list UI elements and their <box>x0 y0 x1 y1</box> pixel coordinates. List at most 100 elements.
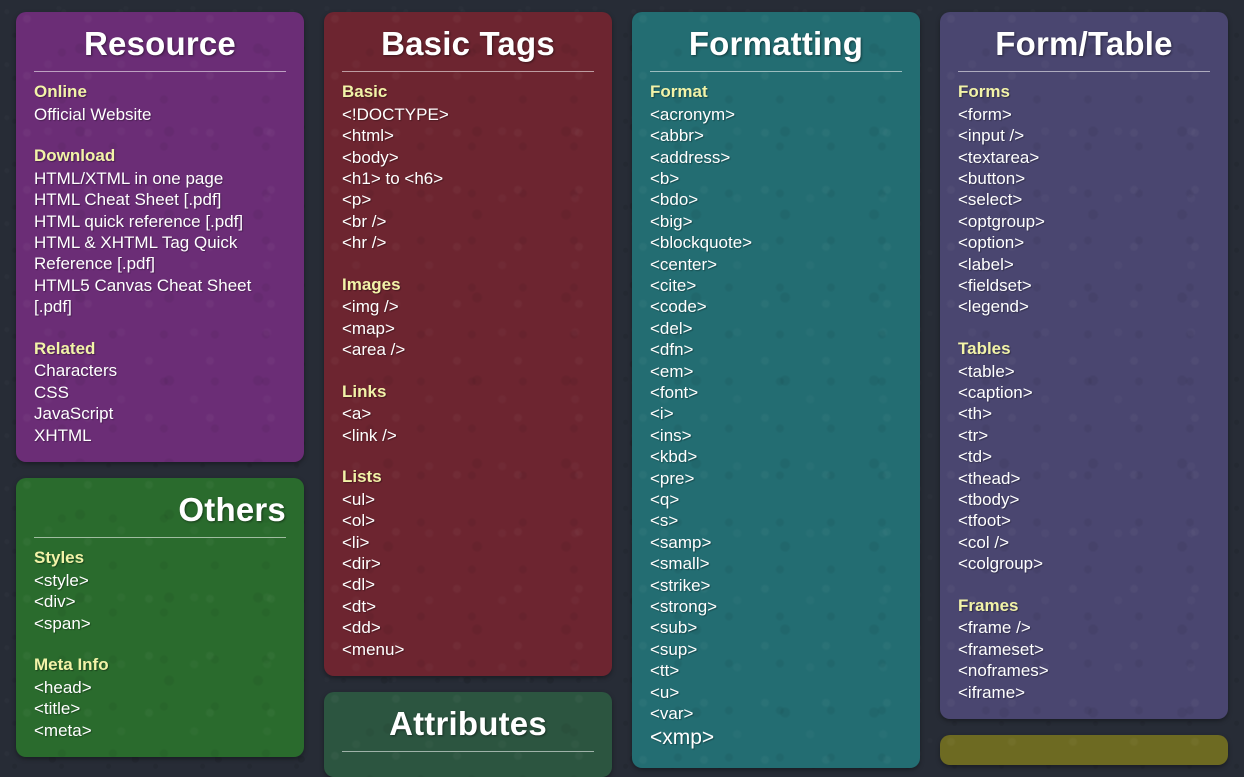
list-item[interactable]: <big> <box>650 211 902 232</box>
list-item[interactable]: <pre> <box>650 468 902 489</box>
list-item[interactable]: <bdo> <box>650 189 902 210</box>
list-item[interactable]: <dt> <box>342 596 594 617</box>
list-item[interactable]: <legend> <box>958 296 1210 317</box>
list-item[interactable]: <sub> <box>650 617 902 638</box>
list-item[interactable]: <frameset> <box>958 639 1210 660</box>
list-item[interactable]: <blockquote> <box>650 232 902 253</box>
list-item[interactable]: <tbody> <box>958 489 1210 510</box>
list-item[interactable]: <!DOCTYPE> <box>342 104 594 125</box>
list-item[interactable]: <hr /> <box>342 232 594 253</box>
list-item[interactable]: <ol> <box>342 510 594 531</box>
list-item[interactable]: <frame /> <box>958 617 1210 638</box>
list-item[interactable]: <option> <box>958 232 1210 253</box>
list-item[interactable]: <abbr> <box>650 125 902 146</box>
list-item[interactable]: <meta> <box>34 720 286 741</box>
list-item[interactable]: <link /> <box>342 425 594 446</box>
list-item[interactable]: <a> <box>342 403 594 424</box>
list-item[interactable]: <optgroup> <box>958 211 1210 232</box>
list-item[interactable]: <dir> <box>342 553 594 574</box>
list-item[interactable]: <colgroup> <box>958 553 1210 574</box>
list-item[interactable]: <style> <box>34 570 286 591</box>
list-item[interactable]: CSS <box>34 382 286 403</box>
list-item[interactable]: <div> <box>34 591 286 612</box>
list-item[interactable]: <dl> <box>342 574 594 595</box>
list-item[interactable]: <thead> <box>958 468 1210 489</box>
list-item[interactable]: Official Website <box>34 104 286 125</box>
list-item[interactable]: <sup> <box>650 639 902 660</box>
list-item[interactable]: <html> <box>342 125 594 146</box>
list-item[interactable]: <ul> <box>342 489 594 510</box>
list-item[interactable]: <dfn> <box>650 339 902 360</box>
list-item[interactable]: HTML Cheat Sheet [.pdf] <box>34 189 286 210</box>
list-item[interactable]: <s> <box>650 510 902 531</box>
list-item[interactable]: <tr> <box>958 425 1210 446</box>
list-item[interactable]: <caption> <box>958 382 1210 403</box>
panel-title-divider <box>958 70 1210 72</box>
list-item[interactable]: <del> <box>650 318 902 339</box>
list-item[interactable]: <input /> <box>958 125 1210 146</box>
list-item[interactable]: Characters <box>34 360 286 381</box>
list-item[interactable]: <dd> <box>342 617 594 638</box>
list-item[interactable]: <p> <box>342 189 594 210</box>
list-item[interactable]: <body> <box>342 147 594 168</box>
list-item[interactable]: <span> <box>34 613 286 634</box>
list-item[interactable]: <samp> <box>650 532 902 553</box>
list-item[interactable]: <select> <box>958 189 1210 210</box>
list-item[interactable]: <h1> to <h6> <box>342 168 594 189</box>
list-item[interactable]: <kbd> <box>650 446 902 467</box>
list-item[interactable]: XHTML <box>34 425 286 446</box>
list-item[interactable]: <map> <box>342 318 594 339</box>
panel-formatting: Formatting Format <acronym> <abbr> <address>… <box>632 12 920 768</box>
list-item[interactable]: <title> <box>34 698 286 719</box>
section-title: Links <box>342 381 387 401</box>
list-item[interactable]: <q> <box>650 489 902 510</box>
panel-title-divider <box>34 70 286 72</box>
list-item[interactable]: <b> <box>650 168 902 189</box>
panel-form-table: Form/Table Forms <form> <input /> <textarea>… <box>940 12 1228 719</box>
list-item[interactable]: <td> <box>958 446 1210 467</box>
list-item[interactable]: <address> <box>650 147 902 168</box>
section-format: Format <acronym> <abbr> <address> <b> <bdo> <b… <box>650 81 902 752</box>
list-item[interactable]: <strong> <box>650 596 902 617</box>
list-item[interactable]: <fieldset> <box>958 275 1210 296</box>
list-item[interactable]: HTML quick reference [.pdf] <box>34 211 286 232</box>
list-item[interactable]: <menu> <box>342 639 594 660</box>
list-item[interactable]: <noframes> <box>958 660 1210 681</box>
list-item[interactable]: <small> <box>650 553 902 574</box>
list-item[interactable]: <li> <box>342 532 594 553</box>
list-item[interactable]: <i> <box>650 403 902 424</box>
list-item[interactable]: JavaScript <box>34 403 286 424</box>
list-item[interactable]: <acronym> <box>650 104 902 125</box>
list-item[interactable]: <code> <box>650 296 902 317</box>
list-item[interactable]: <strike> <box>650 575 902 596</box>
list-item[interactable]: <label> <box>958 254 1210 275</box>
list-item[interactable]: HTML & XHTML Tag Quick Reference [.pdf] <box>34 232 286 275</box>
list-item[interactable]: <button> <box>958 168 1210 189</box>
list-item[interactable]: <cite> <box>650 275 902 296</box>
list-item[interactable]: <table> <box>958 361 1210 382</box>
list-item[interactable]: HTML5 Canvas Cheat Sheet [.pdf] <box>34 275 286 318</box>
list-item[interactable]: <font> <box>650 382 902 403</box>
section-title: Tables <box>958 338 1011 358</box>
list-item[interactable]: HTML/XTML in one page <box>34 168 286 189</box>
section-title: Meta Info <box>34 655 109 674</box>
list-item[interactable]: <tt> <box>650 660 902 681</box>
list-item[interactable]: <br /> <box>342 211 594 232</box>
list-item[interactable]: <head> <box>34 677 286 698</box>
column-1: Resource Online Official Website Download HT… <box>16 12 304 757</box>
section-title: Images <box>342 274 401 294</box>
list-item[interactable]: <th> <box>958 403 1210 424</box>
list-item[interactable]: <area /> <box>342 339 594 360</box>
list-item[interactable]: <col /> <box>958 532 1210 553</box>
list-item[interactable]: <u> <box>650 682 902 703</box>
list-item[interactable]: <iframe> <box>958 682 1210 703</box>
list-item[interactable]: <em> <box>650 361 902 382</box>
list-item[interactable]: <textarea> <box>958 147 1210 168</box>
list-item[interactable]: <xmp> <box>650 724 902 751</box>
list-item[interactable]: <center> <box>650 254 902 275</box>
list-item[interactable]: <ins> <box>650 425 902 446</box>
list-item[interactable]: <img /> <box>342 296 594 317</box>
list-item[interactable]: <var> <box>650 703 902 724</box>
list-item[interactable]: <form> <box>958 104 1210 125</box>
list-item[interactable]: <tfoot> <box>958 510 1210 531</box>
